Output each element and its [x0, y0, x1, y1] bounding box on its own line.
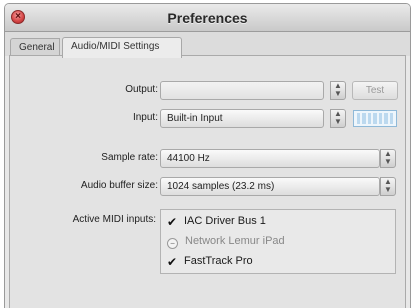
output-select[interactable]	[160, 81, 324, 100]
input-stepper[interactable]: ▲ ▼	[330, 109, 346, 128]
sample-rate-label: Sample rate:	[101, 152, 158, 163]
midi-item-label: FastTrack Pro	[184, 255, 253, 267]
input-select[interactable]: Built-in Input	[160, 109, 324, 128]
tab-audio-midi-settings[interactable]: Audio/MIDI Settings	[62, 37, 182, 58]
checkmark-icon[interactable]: ✔	[166, 256, 178, 268]
sample-rate-stepper[interactable]: ▲ ▼	[380, 149, 396, 168]
input-label: Input:	[132, 112, 158, 123]
buffer-size-stepper[interactable]: ▲ ▼	[380, 177, 396, 196]
midi-item-iac-driver[interactable]: ✔ IAC Driver Bus 1	[166, 213, 266, 229]
midi-item-network-lemur[interactable]: − Network Lemur iPad	[166, 233, 285, 249]
tab-bar: General Audio/MIDI Settings	[5, 32, 410, 58]
buffer-size-select[interactable]: 1024 samples (23.2 ms)	[160, 177, 380, 196]
title-bar: × Preferences	[5, 4, 410, 32]
test-button[interactable]: Test	[352, 81, 398, 100]
stepper-down-icon: ▼	[384, 185, 392, 194]
buffer-size-label: Audio buffer size:	[80, 180, 158, 191]
midi-item-label: IAC Driver Bus 1	[184, 215, 266, 227]
midi-item-fasttrack-pro[interactable]: ✔ FastTrack Pro	[166, 253, 253, 269]
stepper-down-icon: ▼	[334, 89, 342, 98]
output-stepper[interactable]: ▲ ▼	[330, 81, 346, 100]
midi-inputs-label: Active MIDI inputs:	[72, 214, 156, 225]
midi-item-label: Network Lemur iPad	[185, 235, 285, 247]
stepper-down-icon: ▼	[334, 117, 342, 126]
checkmark-icon[interactable]: ✔	[166, 216, 178, 228]
output-label: Output:	[125, 84, 158, 95]
preferences-window: × Preferences General Audio/MIDI Setting…	[4, 3, 411, 308]
disabled-circle-icon[interactable]: −	[167, 238, 178, 249]
settings-panel: Output: ▲ ▼ Test Input: Built-in Input ▲ ▼…	[9, 55, 406, 308]
stepper-down-icon: ▼	[384, 157, 392, 166]
input-level-meter	[353, 110, 397, 127]
window-title: Preferences	[167, 10, 248, 26]
sample-rate-select[interactable]: 44100 Hz	[160, 149, 380, 168]
midi-inputs-list: ✔ IAC Driver Bus 1 − Network Lemur iPad ✔ F…	[160, 209, 396, 274]
